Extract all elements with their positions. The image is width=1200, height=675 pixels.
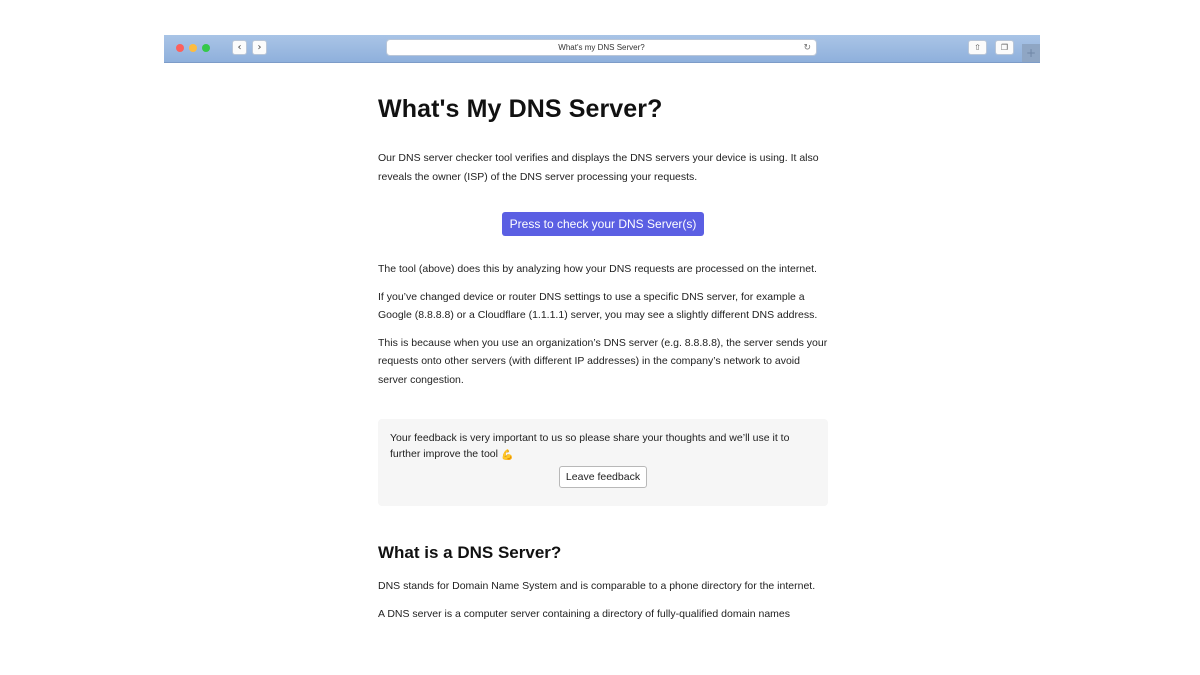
- leave-feedback-button[interactable]: Leave feedback: [558, 466, 648, 488]
- zoom-window-button[interactable]: [202, 44, 210, 52]
- feedback-message: Your feedback is very important to us so…: [390, 432, 790, 460]
- feedback-button-container: Leave feedback: [390, 466, 816, 488]
- reload-icon[interactable]: ↻: [803, 40, 811, 56]
- paragraph-dns-server-definition: A DNS server is a computer server contai…: [378, 607, 791, 620]
- paragraph-dns-settings: If you’ve changed device or router DNS s…: [378, 290, 818, 322]
- back-icon[interactable]: ‹: [232, 40, 247, 55]
- intro-paragraph: Our DNS server checker tool verifies and…: [378, 152, 819, 183]
- paragraph-dns-definition: DNS stands for Domain Name System and is…: [378, 580, 816, 592]
- paragraph-organization-dns: This is because when you use an organiza…: [378, 336, 828, 386]
- section-title-what-is-dns: What is a DNS Server?: [378, 543, 562, 562]
- tabs-icon[interactable]: ❐: [995, 40, 1014, 55]
- address-bar[interactable]: What's my DNS Server? ↻: [386, 39, 817, 56]
- check-button-container: Press to check your DNS Server(s): [378, 212, 828, 236]
- page-title: What's My DNS Server?: [378, 95, 663, 123]
- forward-icon[interactable]: ›: [252, 40, 267, 55]
- share-icon[interactable]: ⇧: [968, 40, 987, 55]
- flexed-arm-icon: 💪: [500, 449, 514, 461]
- feedback-box: Your feedback is very important to us so…: [378, 419, 828, 506]
- check-dns-button[interactable]: Press to check your DNS Server(s): [501, 212, 705, 236]
- page-content: What's My DNS Server? Our DNS server che…: [378, 91, 828, 622]
- feedback-text: Your feedback is very important to us so…: [390, 431, 816, 462]
- new-tab-icon[interactable]: +: [1022, 44, 1040, 62]
- close-window-button[interactable]: [176, 44, 184, 52]
- paragraph-tool: The tool (above) does this by analyzing …: [378, 263, 817, 275]
- address-bar-text: What's my DNS Server?: [558, 43, 645, 52]
- minimize-window-button[interactable]: [189, 44, 197, 52]
- browser-window: ‹ › What's my DNS Server? ↻ ⇧ ❐ + What's…: [164, 35, 1040, 622]
- browser-toolbar: ‹ › What's my DNS Server? ↻ ⇧ ❐ +: [164, 35, 1040, 63]
